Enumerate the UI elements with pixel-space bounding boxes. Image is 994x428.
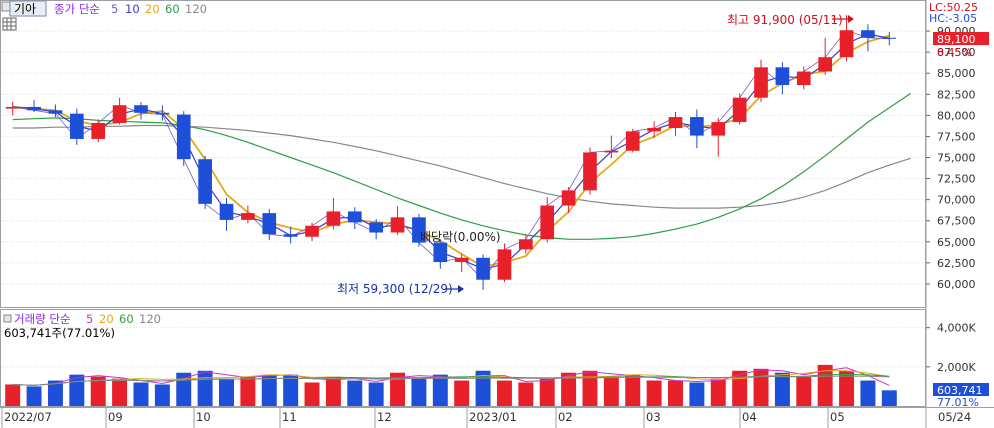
volume-legend-label: 거래량 단순 bbox=[14, 312, 71, 326]
vma120-legend: 120 bbox=[139, 312, 161, 326]
x-tick-label: 11 bbox=[282, 410, 297, 424]
x-tick-label: 10 bbox=[196, 410, 211, 424]
volume-tick-label: 4,000K bbox=[937, 322, 976, 335]
volume-bar bbox=[454, 380, 470, 406]
volume-bar bbox=[710, 378, 726, 406]
price-tick-label: 77,500 bbox=[937, 130, 976, 143]
x-tick-label: 05/24 bbox=[938, 410, 971, 424]
x-tick-label: 05 bbox=[830, 410, 845, 424]
ma60-legend: 60 bbox=[165, 2, 180, 16]
volume-bar bbox=[283, 374, 299, 406]
volume-bar bbox=[219, 378, 234, 406]
volume-bar bbox=[796, 376, 812, 406]
candle bbox=[176, 111, 191, 166]
price-tick-label: 62,500 bbox=[937, 257, 976, 270]
x-tick-label: 03 bbox=[646, 410, 661, 424]
volume-bar bbox=[668, 380, 683, 406]
volume-bar bbox=[26, 386, 42, 406]
volume-bar bbox=[197, 370, 213, 406]
price-legend-label: 종가 단순 bbox=[54, 2, 100, 16]
vma20-legend: 20 bbox=[99, 312, 114, 326]
ma5-legend: 5 bbox=[111, 2, 118, 16]
grid-toggle-icon[interactable] bbox=[2, 17, 17, 31]
volume-bar bbox=[496, 380, 512, 406]
ma20-legend: 20 bbox=[145, 2, 160, 16]
candle bbox=[625, 128, 640, 153]
current-price: 89,100 bbox=[937, 33, 976, 46]
volume-bar bbox=[881, 390, 897, 406]
volume-bar bbox=[5, 384, 21, 406]
price-tick-label: 70,000 bbox=[937, 194, 976, 207]
volume-bar bbox=[176, 372, 192, 406]
volume-bar bbox=[646, 380, 662, 406]
stock-name: 기아 bbox=[14, 2, 36, 16]
candle bbox=[198, 155, 212, 209]
volume-bar bbox=[689, 382, 705, 406]
ma120-legend: 120 bbox=[185, 2, 207, 16]
x-tick-label: 04 bbox=[742, 410, 757, 424]
volume-bar bbox=[304, 382, 320, 406]
price-tick-label: 82,500 bbox=[937, 88, 976, 101]
volume-bar bbox=[432, 374, 448, 406]
dividend-annotation: 배당락(0.00%) bbox=[420, 230, 501, 244]
vma60-legend: 60 bbox=[119, 312, 134, 326]
volume-bar bbox=[112, 378, 128, 406]
stock-chart[interactable]: 기아 종가 단순 5 10 20 60 120 거래량 단순 5 20 60 1… bbox=[0, 0, 994, 428]
volume-bar bbox=[154, 384, 170, 406]
candle bbox=[732, 93, 747, 125]
volume-tick-label: 2,000K bbox=[937, 361, 976, 374]
price-tick-label: 67,500 bbox=[937, 215, 976, 228]
x-tick-label: 02 bbox=[558, 410, 573, 424]
volume-bar bbox=[753, 368, 769, 406]
volume-bar bbox=[411, 378, 427, 406]
x-tick-label: 09 bbox=[108, 410, 123, 424]
volume-bar bbox=[518, 382, 534, 406]
candle bbox=[91, 119, 106, 143]
volume-summary: 603,741주(77.01%) bbox=[4, 326, 115, 340]
high-annotation: 최고 91,900 (05/11) bbox=[727, 13, 843, 27]
x-tick-label: 2023/01 bbox=[469, 410, 517, 424]
change-pct: 0.45% bbox=[937, 46, 972, 59]
volume-bar bbox=[603, 376, 619, 406]
x-tick-label: 2022/07 bbox=[4, 410, 52, 424]
volume-bar bbox=[261, 374, 277, 406]
volume-bar bbox=[240, 376, 256, 406]
hc-label: HC:-3.05 bbox=[929, 12, 977, 25]
volume-bar bbox=[347, 380, 363, 406]
volume-bar bbox=[774, 372, 790, 406]
x-tick-label: 12 bbox=[377, 410, 392, 424]
volume-bar bbox=[625, 374, 641, 406]
price-tick-label: 60,000 bbox=[937, 278, 976, 291]
low-annotation: 최저 59,300 (12/29) bbox=[337, 282, 453, 296]
candle bbox=[583, 147, 597, 195]
volume-bar bbox=[325, 376, 341, 406]
volume-bar bbox=[582, 370, 598, 406]
price-tick-label: 80,000 bbox=[937, 109, 976, 122]
volume-bar bbox=[860, 380, 876, 406]
price-tick-label: 72,500 bbox=[937, 173, 976, 186]
ma10-legend: 10 bbox=[125, 2, 140, 16]
volume-pct: 77.01% bbox=[937, 396, 979, 409]
vma5-legend: 5 bbox=[86, 312, 93, 326]
price-tick-label: 75,000 bbox=[937, 152, 976, 165]
price-tick-label: 85,000 bbox=[937, 67, 976, 80]
volume-bar bbox=[133, 382, 149, 406]
volume-bar bbox=[368, 382, 384, 406]
volume-bar bbox=[539, 378, 555, 406]
price-tick-label: 65,000 bbox=[937, 236, 976, 249]
